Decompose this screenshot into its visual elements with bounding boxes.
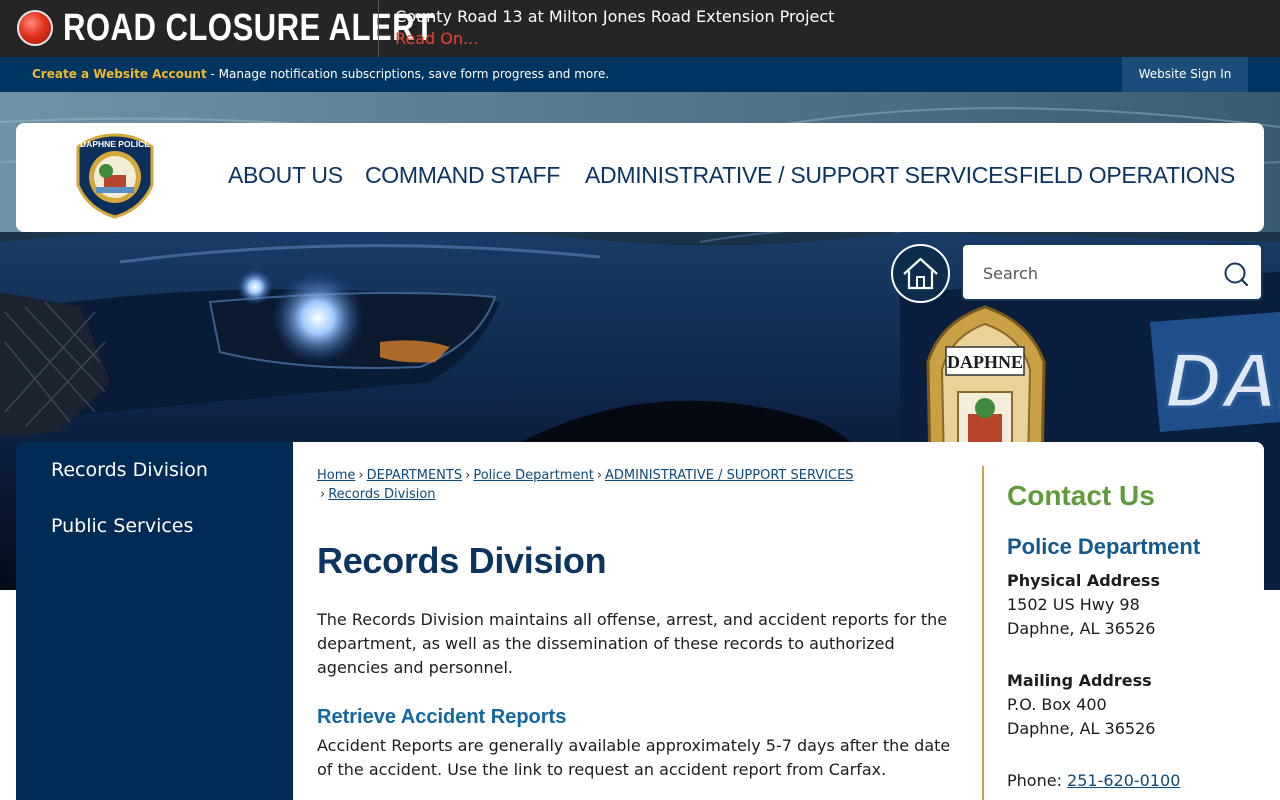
breadcrumb-police-department[interactable]: Police Department xyxy=(473,468,594,483)
nav-about-us[interactable]: ABOUT US xyxy=(228,162,343,189)
accident-reports-paragraph: Accident Reports are generally available… xyxy=(317,736,951,779)
main-nav-card: DAPHNE POLICE ABOUT US COMMAND STAFF ADM… xyxy=(16,123,1264,232)
physical-address-line2: Daphne, AL 36526 xyxy=(1007,619,1156,638)
logo-text: DAPHNE POLICE xyxy=(80,139,150,149)
physical-address-label: Physical Address xyxy=(1007,571,1160,590)
breadcrumb-separator: › xyxy=(596,468,603,483)
nav-command-staff[interactable]: COMMAND STAFF xyxy=(365,162,560,189)
account-bar: Create a Website Account - Manage notifi… xyxy=(0,57,1280,92)
breadcrumb-separator: › xyxy=(358,468,364,483)
breadcrumb: Home › DEPARTMENTS › Police Department › ADMIN… xyxy=(317,466,957,504)
account-text: Create a Website Account - Manage notifi… xyxy=(32,67,609,81)
intro-paragraph: The Records Division maintains all offen… xyxy=(317,610,948,677)
phone-line: Phone: 251-620-0100 xyxy=(1007,771,1180,790)
sidebar: Records Division Public Services xyxy=(16,442,293,800)
home-button[interactable] xyxy=(891,244,950,303)
phone-label: Phone: xyxy=(1007,771,1068,790)
section-heading-accident-reports: Retrieve Accident Reports xyxy=(317,706,567,728)
badge-text: DAPHNE xyxy=(947,352,1023,372)
breadcrumb-home[interactable]: Home xyxy=(317,468,355,483)
breadcrumb-records-division[interactable]: Records Division xyxy=(328,487,435,502)
alert-headline[interactable]: County Road 13 at Milton Jones Road Exte… xyxy=(395,7,834,26)
home-icon xyxy=(903,257,938,290)
breadcrumb-departments[interactable]: DEPARTMENTS xyxy=(367,468,463,483)
contact-title: Contact Us xyxy=(1007,480,1155,511)
contact-divider xyxy=(982,466,984,800)
alert-divider xyxy=(378,0,379,57)
car-door-lettering: DAI xyxy=(1165,336,1280,424)
breadcrumb-administrative-support-services[interactable]: ADMINISTRATIVE / SUPPORT SERVICES xyxy=(605,468,854,483)
nav-field-operations[interactable]: FIELD OPERATIONS xyxy=(1019,162,1235,189)
alert-beacon-icon xyxy=(17,10,53,46)
sidebar-item-records-division[interactable]: Records Division xyxy=(51,459,208,481)
nav-administrative-support-services[interactable]: ADMINISTRATIVE / SUPPORT SERVICES xyxy=(585,162,1018,189)
mailing-address-label: Mailing Address xyxy=(1007,671,1152,690)
search-box xyxy=(961,243,1263,301)
alert-read-on-link[interactable]: Read On... xyxy=(395,29,478,48)
mailing-address-line1: P.O. Box 400 xyxy=(1007,695,1107,714)
mailing-address-line2: Daphne, AL 36526 xyxy=(1007,719,1156,738)
page-title: Records Division xyxy=(317,540,607,581)
search-icon[interactable] xyxy=(1223,261,1249,287)
create-account-link[interactable]: Create a Website Account xyxy=(32,67,207,81)
breadcrumb-separator: › xyxy=(320,487,326,502)
search-input[interactable] xyxy=(983,261,1213,285)
daphne-police-logo[interactable]: DAPHNE POLICE xyxy=(74,133,156,219)
breadcrumb-separator: › xyxy=(465,468,471,483)
sidebar-item-public-services[interactable]: Public Services xyxy=(51,515,193,537)
website-sign-in-button[interactable]: Website Sign In xyxy=(1122,57,1248,92)
phone-link[interactable]: 251-620-0100 xyxy=(1067,771,1180,790)
contact-department: Police Department xyxy=(1007,534,1201,559)
alert-bar: ROAD CLOSURE ALERT County Road 13 at Mil… xyxy=(0,0,1280,57)
account-description: - Manage notification subscriptions, sav… xyxy=(206,67,610,81)
physical-address-line1: 1502 US Hwy 98 xyxy=(1007,595,1140,614)
